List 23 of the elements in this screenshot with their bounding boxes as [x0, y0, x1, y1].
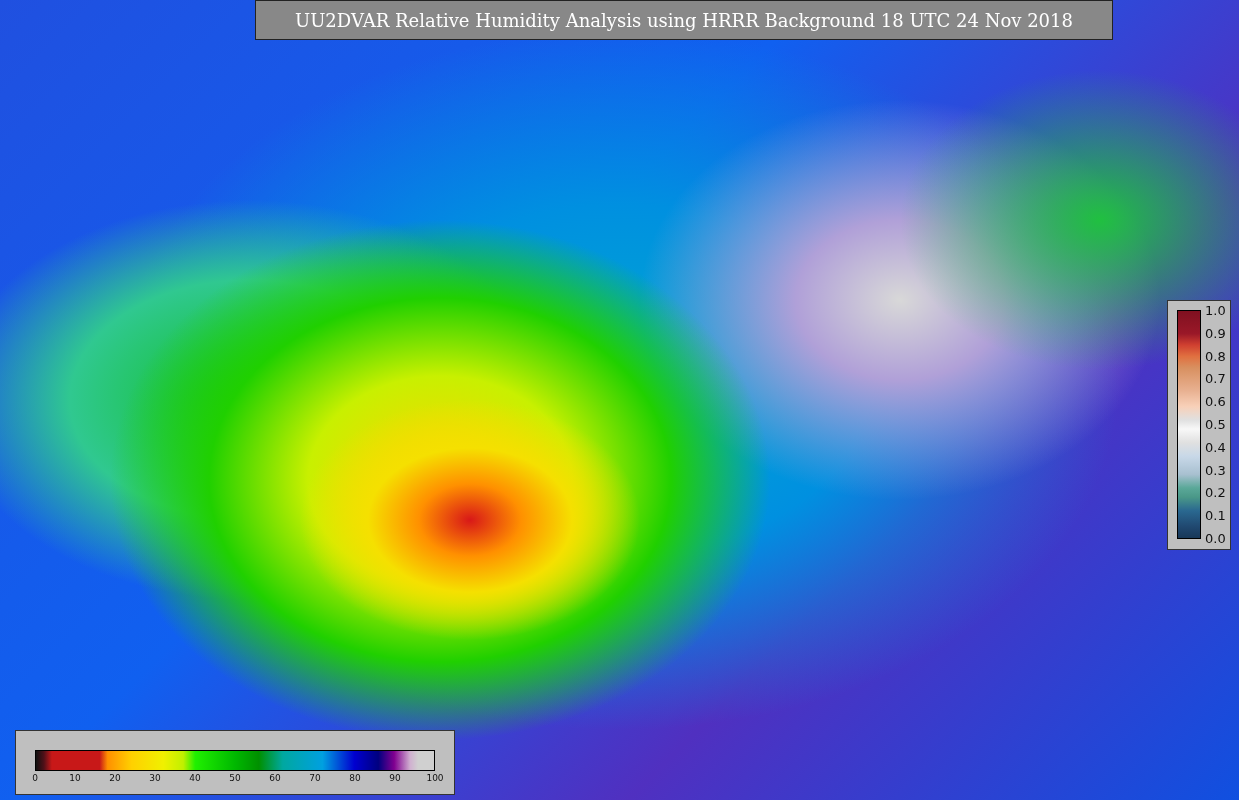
map-title: UU2DVAR Relative Humidity Analysis using HRRR Background 18 UTC 24 Nov 2018 [255, 0, 1113, 40]
colorbar-tick-label: 0.4 [1205, 440, 1226, 455]
colorbar-tick-label: 90 [388, 773, 402, 783]
colorbar-tick-label: 0.1 [1205, 509, 1226, 524]
colorbar-tick-label: 0.6 [1205, 395, 1226, 410]
colorbar-tick-label: 50 [228, 773, 242, 783]
colorbar-tick-label: 40 [188, 773, 202, 783]
colorbar-tick-label: 30 [148, 773, 162, 783]
colorbar-tick-label: 0.5 [1205, 418, 1226, 432]
colorbar-tick-label: 0.7 [1205, 372, 1226, 387]
colorbar-tick-label: 70 [308, 773, 322, 783]
colorbar-tick-label: 10 [68, 773, 82, 783]
colorbar-tick-label: 0.9 [1205, 326, 1226, 341]
colorbar-tick-label: 0.8 [1205, 349, 1226, 364]
colorbar-tick-label: 80 [348, 773, 362, 783]
colorbar-tick-label: 0 [31, 773, 39, 783]
colorbar-tick-label: 100 [425, 773, 445, 783]
colorbar-tick-label: 0.0 [1205, 531, 1226, 546]
colorbar-tick-label: 20 [108, 773, 122, 783]
colorbar-tick-label: 60 [268, 773, 282, 783]
colorbar-tick-label: 1.0 [1205, 304, 1226, 318]
colorbar-tick-label: 0.3 [1205, 463, 1226, 478]
colorbar-tick-label: 0.2 [1205, 486, 1226, 501]
